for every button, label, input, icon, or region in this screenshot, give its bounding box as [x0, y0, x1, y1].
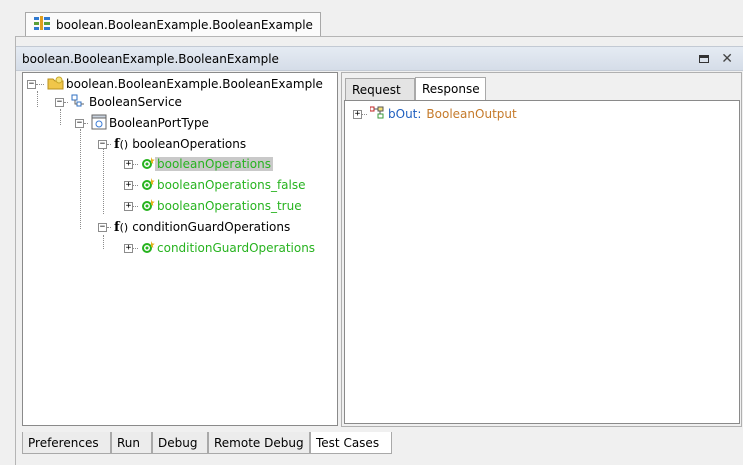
tree-operation-row[interactable]: + conditionGuardOperations — [124, 239, 317, 257]
function-icon: f() — [114, 136, 129, 152]
function-icon: f() — [114, 219, 129, 235]
collapse-toggle[interactable]: − — [98, 139, 107, 149]
expand-toggle[interactable]: + — [124, 201, 133, 211]
tree-porttype-row[interactable]: − BooleanPortType — [75, 114, 211, 132]
expand-toggle[interactable]: + — [124, 180, 133, 190]
minimize-icon[interactable] — [699, 54, 710, 63]
project-folder-icon — [47, 76, 64, 93]
expand-toggle[interactable]: + — [353, 109, 362, 119]
tab-run[interactable]: Run — [111, 432, 152, 454]
tree-operation-label: booleanOperations — [155, 157, 273, 171]
operation-gear-icon — [141, 240, 155, 257]
tab-remote-debug[interactable]: Remote Debug — [208, 432, 310, 454]
editor-tab[interactable]: boolean.BooleanExample.BooleanExample — [25, 12, 321, 36]
tree-operation-label: conditionGuardOperations — [157, 241, 316, 255]
tree-operation-row[interactable]: + booleanOperations_true — [124, 197, 304, 215]
window-title: boolean.BooleanExample.BooleanExample — [22, 51, 279, 66]
tree-connector — [37, 91, 38, 107]
tree-connector — [80, 129, 81, 229]
tree-operation-label: booleanOperations_true — [157, 199, 302, 213]
collapse-toggle[interactable]: − — [27, 79, 36, 89]
tree-connector — [103, 149, 104, 214]
tree-service-row[interactable]: − BooleanService — [55, 93, 184, 111]
tree-operation-row[interactable]: + booleanOperations — [124, 155, 273, 173]
tree-root-label: boolean.BooleanExample.BooleanExample — [66, 77, 323, 91]
expand-toggle[interactable]: + — [124, 243, 133, 253]
element-structure-icon — [369, 106, 384, 123]
service-editor-icon — [34, 16, 50, 33]
operation-gear-icon — [141, 177, 155, 194]
port-type-icon — [91, 114, 107, 133]
collapse-toggle[interactable]: − — [75, 118, 84, 128]
tree-operation-label: booleanOperations_false — [157, 178, 306, 192]
editor-tab-title: boolean.BooleanExample.BooleanExample — [56, 17, 313, 32]
tab-request[interactable]: Request — [345, 78, 415, 100]
response-tree: + bOut: BooleanOutput — [344, 100, 740, 424]
tree-group-label: conditionGuardOperations — [132, 220, 291, 234]
response-field-type: BooleanOutput — [426, 107, 517, 121]
tree-service-label: BooleanService — [89, 95, 182, 109]
operation-gear-icon — [141, 156, 155, 173]
tree-connector — [60, 109, 61, 125]
tab-preferences[interactable]: Preferences — [22, 432, 111, 454]
tab-test-cases[interactable]: Test Cases — [310, 432, 392, 454]
tab-response[interactable]: Response — [415, 77, 486, 100]
tree-group-row[interactable]: − f() conditionGuardOperations — [98, 218, 292, 236]
collapse-toggle[interactable]: − — [98, 222, 107, 232]
operation-gear-icon — [141, 198, 155, 215]
service-icon — [71, 93, 87, 112]
tree-porttype-label: BooleanPortType — [109, 116, 209, 130]
tree-group-row[interactable]: − f() booleanOperations — [98, 135, 248, 153]
tree-operation-row[interactable]: + booleanOperations_false — [124, 176, 308, 194]
tab-debug[interactable]: Debug — [152, 432, 208, 454]
tree-root-row[interactable]: − boolean.BooleanExample.BooleanExample — [27, 75, 325, 93]
collapse-toggle[interactable]: − — [55, 97, 64, 107]
close-icon[interactable]: ✕ — [721, 52, 733, 66]
window-title-bar: boolean.BooleanExample.BooleanExample ✕ — [16, 46, 743, 71]
tree-group-label: booleanOperations — [132, 137, 247, 151]
operations-tree: − boolean.BooleanExample.BooleanExample … — [22, 72, 338, 426]
expand-toggle[interactable]: + — [124, 159, 133, 169]
response-field-row[interactable]: + bOut: BooleanOutput — [353, 105, 517, 123]
tree-connector — [103, 235, 104, 249]
response-field-name: bOut: — [388, 107, 422, 121]
